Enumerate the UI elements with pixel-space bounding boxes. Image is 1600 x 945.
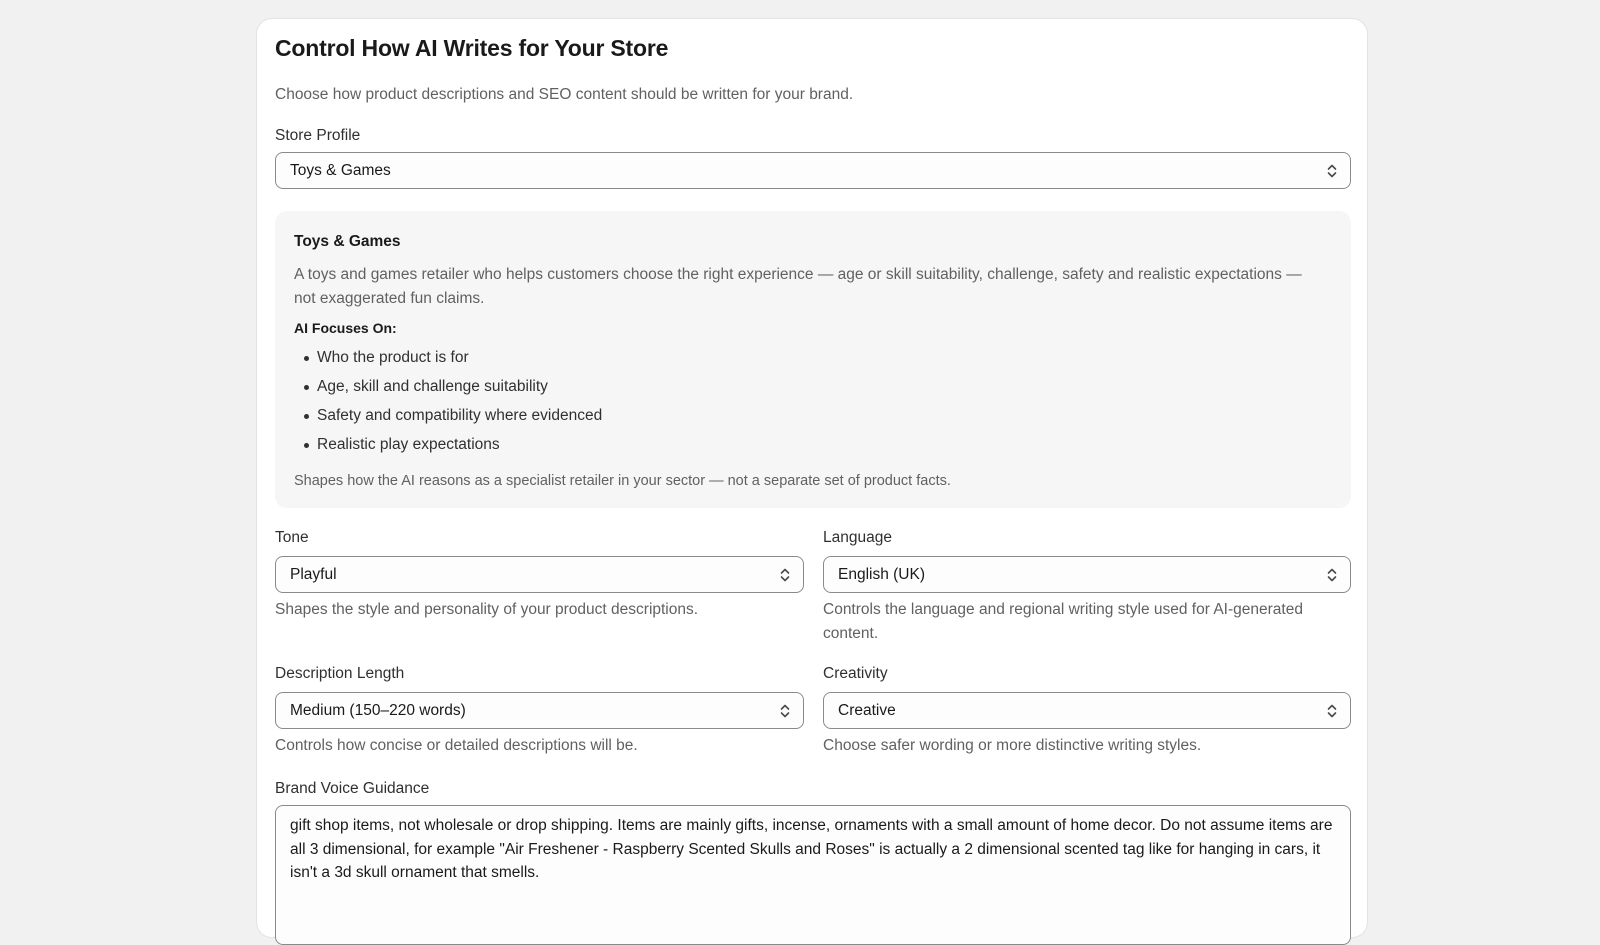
bullet-icon xyxy=(304,356,309,361)
bullet-icon xyxy=(304,414,309,419)
language-select[interactable]: English (UK) xyxy=(823,556,1351,593)
creativity-label: Creativity xyxy=(823,665,888,682)
store-profile-value: Toys & Games xyxy=(290,161,391,179)
profile-note: Shapes how the AI reasons as a specialis… xyxy=(294,473,951,489)
bullet-icon xyxy=(304,385,309,390)
focus-item-text: Realistic play expectations xyxy=(317,436,500,453)
store-profile-details: Toys & Games A toys and games retailer w… xyxy=(275,211,1351,508)
chevron-up-down-icon xyxy=(1327,704,1337,718)
store-profile-label: Store Profile xyxy=(275,127,361,144)
focus-list: Who the product is for Age, skill and ch… xyxy=(294,343,602,459)
profile-name: Toys & Games xyxy=(294,233,401,250)
creativity-select[interactable]: Creative xyxy=(823,692,1351,729)
focus-item-text: Safety and compatibility where evidenced xyxy=(317,407,603,424)
creativity-value: Creative xyxy=(838,701,896,719)
focus-item-text: Who the product is for xyxy=(317,349,469,366)
ai-writing-settings-card: Control How AI Writes for Your Store Cho… xyxy=(256,18,1368,945)
brand-voice-label: Brand Voice Guidance xyxy=(275,780,430,797)
tone-help-text: Shapes the style and personality of your… xyxy=(275,601,699,618)
description-length-help-text: Controls how concise or detailed descrip… xyxy=(275,737,638,754)
brand-voice-textarea[interactable]: gift shop items, not wholesale or drop s… xyxy=(275,805,1351,945)
chevron-up-down-icon xyxy=(1327,568,1337,582)
tone-label: Tone xyxy=(275,529,309,546)
language-label: Language xyxy=(823,529,892,546)
page-title: Control How AI Writes for Your Store xyxy=(275,35,669,61)
focus-heading: AI Focuses On: xyxy=(294,320,397,336)
store-profile-select[interactable]: Toys & Games xyxy=(275,152,1351,189)
focus-item-text: Age, skill and challenge suitability xyxy=(317,378,548,395)
list-item: Who the product is for xyxy=(294,343,602,372)
bullet-icon xyxy=(304,443,309,448)
chevron-up-down-icon xyxy=(1327,164,1337,178)
tone-value: Playful xyxy=(290,565,337,583)
list-item: Realistic play expectations xyxy=(294,430,602,459)
description-length-value: Medium (150–220 words) xyxy=(290,701,466,719)
chevron-up-down-icon xyxy=(780,568,790,582)
list-item: Safety and compatibility where evidenced xyxy=(294,401,602,430)
description-length-select[interactable]: Medium (150–220 words) xyxy=(275,692,804,729)
page-subtitle: Choose how product descriptions and SEO … xyxy=(275,86,854,103)
tone-select[interactable]: Playful xyxy=(275,556,804,593)
language-value: English (UK) xyxy=(838,565,925,583)
language-help-text: Controls the language and regional writi… xyxy=(823,601,1303,642)
description-length-label: Description Length xyxy=(275,665,405,682)
profile-description: A toys and games retailer who helps cust… xyxy=(294,266,1302,307)
chevron-up-down-icon xyxy=(780,704,790,718)
creativity-help-text: Choose safer wording or more distinctive… xyxy=(823,737,1202,754)
list-item: Age, skill and challenge suitability xyxy=(294,372,602,401)
